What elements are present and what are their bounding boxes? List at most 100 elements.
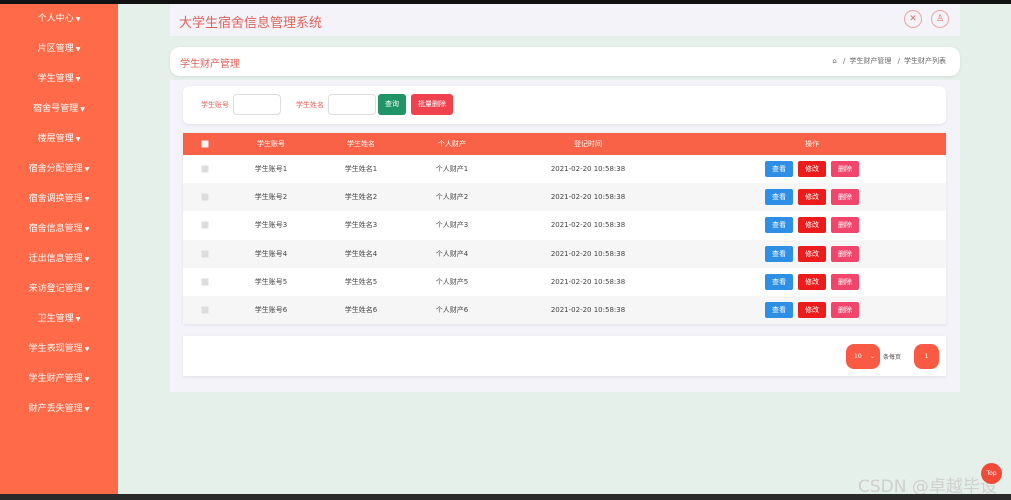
account-input[interactable]: [233, 94, 281, 115]
view-button[interactable]: 查看: [765, 189, 793, 206]
view-button[interactable]: 查看: [765, 301, 793, 318]
cell-name: 学生姓名2: [344, 193, 378, 202]
row-checkbox[interactable]: [201, 306, 209, 314]
header-time[interactable]: 登记时间: [574, 139, 602, 149]
fullscreen-icon[interactable]: ✕: [904, 10, 922, 28]
table-row: 学生账号2 学生姓名2 个人财产2 2021-02-20 10:58:38 查看…: [183, 183, 946, 212]
cell-time: 2021-02-20 10:58:38: [550, 165, 626, 174]
caret-down-icon: ▼: [75, 16, 81, 23]
sidebar-item-label: 学生表现管理: [28, 344, 83, 354]
sidebar-item[interactable]: 学生管理 ▼: [0, 64, 118, 94]
breadcrumb-item[interactable]: 学生财产管理: [849, 57, 891, 65]
row-checkbox[interactable]: [201, 278, 209, 286]
delete-button[interactable]: 删除: [831, 161, 859, 177]
delete-button[interactable]: 删除: [831, 245, 859, 262]
sidebar-item-label: 个人中心: [37, 14, 74, 24]
content-panel: 学生账号 学生姓名 查询 批量删除 学生账号 学生姓名 个人财产 登记时间 操作…: [170, 80, 960, 392]
sidebar-item-label: 财产丢失管理: [28, 404, 83, 414]
name-input[interactable]: [328, 94, 376, 115]
caret-down-icon: ▼: [84, 376, 90, 383]
edit-button[interactable]: 修改: [798, 301, 826, 318]
header-account[interactable]: 学生账号: [257, 139, 285, 149]
edit-button[interactable]: 修改: [798, 245, 826, 262]
cell-account: 学生账号1: [254, 165, 288, 174]
table-row: 学生账号4 学生姓名4 个人财产4 2021-02-20 10:58:38 查看…: [183, 239, 946, 268]
caret-down-icon: ▼: [75, 316, 81, 323]
header: 大学生宿舍信息管理系统 ✕ ♙: [170, 4, 960, 36]
sidebar-item[interactable]: 宿舍号管理 ▼: [0, 94, 118, 124]
sidebar-item[interactable]: 财产丢失管理 ▼: [0, 394, 118, 424]
edit-button[interactable]: 修改: [798, 217, 826, 234]
sidebar-item[interactable]: 迁出信息管理 ▼: [0, 244, 118, 274]
cell-property: 个人财产5: [435, 277, 469, 286]
sidebar-item[interactable]: 宿舍分配管理 ▼: [0, 154, 118, 184]
batch-delete-button[interactable]: 批量删除: [411, 94, 453, 115]
sidebar-item-label: 片区管理: [37, 44, 74, 54]
sidebar-item-label: 学生管理: [37, 74, 74, 84]
sidebar-item[interactable]: 学生财产管理 ▼: [0, 364, 118, 394]
cell-account: 学生账号4: [254, 249, 288, 258]
table-row: 学生账号3 学生姓名3 个人财产3 2021-02-20 10:58:38 查看…: [183, 211, 946, 239]
page-size-value: 10: [854, 353, 862, 360]
user-icon[interactable]: ♙: [931, 10, 949, 28]
table-row: 学生账号5 学生姓名5 个人财产5 2021-02-20 10:58:38 查看…: [183, 268, 946, 296]
sidebar-item-label: 卫生管理: [37, 314, 74, 324]
cell-time: 2021-02-20 10:58:38: [550, 306, 626, 315]
caret-down-icon: ▼: [84, 406, 90, 413]
sidebar-item[interactable]: 学生表现管理 ▼: [0, 334, 118, 364]
view-button[interactable]: 查看: [765, 217, 793, 234]
sidebar-item-label: 宿舍调换管理: [28, 194, 83, 204]
sidebar: 个人中心 ▼ 片区管理 ▼ 学生管理 ▼ 宿舍号管理 ▼ 楼层管理 ▼ 宿舍分配管理 ▼ 宿舍调换管理 ▼…: [0, 4, 118, 494]
back-to-top-button[interactable]: Top: [981, 463, 1002, 484]
cell-property: 个人财产6: [435, 306, 469, 315]
caret-down-icon: ▼: [84, 196, 90, 203]
edit-button[interactable]: 修改: [798, 273, 826, 290]
row-checkbox[interactable]: [201, 193, 209, 201]
delete-button[interactable]: 删除: [831, 273, 859, 290]
header-actions: 操作: [805, 140, 819, 148]
cell-account: 学生账号3: [254, 221, 288, 230]
breadcrumb-card: 学生财产管理 ⌂ / 学生财产管理 / 学生财产列表: [170, 47, 960, 76]
sidebar-item[interactable]: 卫生管理 ▼: [0, 304, 118, 334]
row-checkbox[interactable]: [201, 165, 209, 173]
page-button-current[interactable]: 1: [914, 344, 939, 369]
sidebar-item[interactable]: 个人中心 ▼: [0, 4, 118, 34]
edit-button[interactable]: 修改: [798, 161, 826, 177]
cell-property: 个人财产3: [435, 221, 469, 230]
sidebar-item[interactable]: 片区管理 ▼: [0, 34, 118, 64]
cell-name: 学生姓名4: [344, 249, 378, 258]
view-button[interactable]: 查看: [765, 245, 793, 262]
edit-button[interactable]: 修改: [798, 189, 826, 206]
view-button[interactable]: 查看: [765, 273, 793, 290]
view-button[interactable]: 查看: [765, 161, 793, 177]
caret-down-icon: ▼: [84, 226, 90, 233]
delete-button[interactable]: 删除: [831, 189, 859, 206]
sidebar-item[interactable]: 来访登记管理 ▼: [0, 274, 118, 304]
sidebar-item-label: 学生财产管理: [28, 374, 83, 384]
pagination: 10 ⌄ 条每页 1: [183, 336, 946, 376]
sidebar-item-label: 来访登记管理: [28, 284, 83, 294]
breadcrumb: ⌂ / 学生财产管理 / 学生财产列表: [832, 57, 946, 65]
select-all-checkbox[interactable]: [201, 140, 209, 148]
caret-down-icon: ▼: [80, 106, 85, 113]
app-title: 大学生宿舍信息管理系统: [179, 16, 323, 31]
cell-name: 学生姓名1: [344, 165, 378, 174]
header-name[interactable]: 学生姓名: [347, 139, 375, 149]
cell-account: 学生账号5: [254, 277, 288, 286]
query-button[interactable]: 查询: [378, 94, 406, 115]
account-label: 学生账号: [201, 101, 229, 109]
delete-button[interactable]: 删除: [831, 301, 859, 318]
page-size-select[interactable]: 10 ⌄: [846, 344, 880, 369]
home-icon[interactable]: ⌂: [832, 57, 836, 65]
delete-button[interactable]: 删除: [831, 217, 859, 234]
row-checkbox[interactable]: [201, 221, 209, 229]
row-checkbox[interactable]: [201, 250, 209, 258]
sidebar-item[interactable]: 宿舍信息管理 ▼: [0, 214, 118, 244]
sidebar-item[interactable]: 宿舍调换管理 ▼: [0, 184, 118, 214]
cell-property: 个人财产4: [435, 249, 469, 258]
sidebar-item[interactable]: 楼层管理 ▼: [0, 124, 118, 154]
cell-property: 个人财产2: [435, 193, 469, 202]
page-size-suffix: 条每页: [883, 354, 902, 361]
search-bar: 学生账号 学生姓名 查询 批量删除: [183, 86, 946, 124]
caret-down-icon: ▼: [75, 136, 81, 143]
